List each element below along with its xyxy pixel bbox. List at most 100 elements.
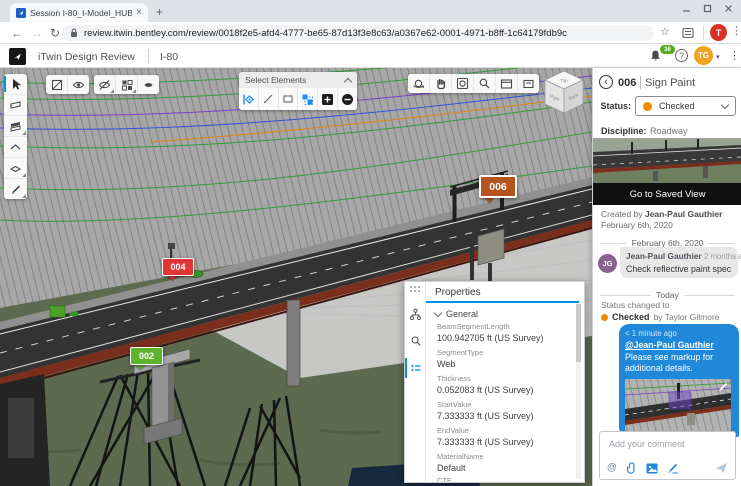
markup-image[interactable] xyxy=(625,379,731,431)
hide-elements-button[interactable] xyxy=(94,75,115,94)
address-bar[interactable]: review.itwin.bentley.com/review/0018f2e5… xyxy=(62,25,654,41)
model-tree-tab[interactable] xyxy=(405,302,426,326)
go-to-saved-view-button[interactable]: Go to Saved View xyxy=(593,183,741,205)
markup-pen-icon[interactable] xyxy=(667,463,679,474)
avatar-caret-icon[interactable]: ▾ xyxy=(716,53,720,61)
close-window-icon[interactable] xyxy=(724,4,733,13)
status-change-line: Status changed to xyxy=(601,300,670,310)
properties-group-header[interactable]: General xyxy=(435,309,478,319)
search-tab[interactable] xyxy=(405,329,426,353)
window-area-button[interactable] xyxy=(495,74,517,93)
fit-view-button[interactable] xyxy=(451,74,473,93)
pick-select-button[interactable] xyxy=(239,88,258,110)
tab-close-icon[interactable]: × xyxy=(136,8,142,18)
marker-label[interactable]: 002 xyxy=(130,347,163,365)
comment-input[interactable] xyxy=(607,438,731,450)
drag-handle[interactable] xyxy=(410,286,420,292)
field-value: 100.942705 ft (US Survey) xyxy=(437,333,544,343)
browser-tab-strip: Session I-80_I-Model_HUB | iTwi × + xyxy=(0,0,741,22)
itwin-logo[interactable] xyxy=(9,48,26,65)
status-change-detail: Checked by Taylor Gilmore xyxy=(601,312,720,322)
app-menu-icon[interactable]: ⋮ xyxy=(729,49,740,62)
marker-label[interactable]: 004 xyxy=(162,258,194,276)
comment-bubble[interactable]: Jean-Paul Gauthier 2 months ago Check re… xyxy=(620,247,738,278)
discipline-label: Discipline: xyxy=(601,126,647,136)
select-elements-toolbar: Select Elements xyxy=(239,72,357,110)
back-icon[interactable]: ‹ xyxy=(599,75,613,89)
comment-author: Jean-Paul Gauthier xyxy=(626,251,702,261)
zoom-window-button[interactable] xyxy=(473,74,495,93)
markup-pencil-icon xyxy=(718,381,729,392)
status-value: Checked xyxy=(659,101,715,111)
marker-label[interactable]: 006 xyxy=(479,175,517,198)
created-author: Jean-Paul Gauthier xyxy=(645,209,722,219)
new-tab-button[interactable]: + xyxy=(156,5,163,19)
emphasize-elements-button[interactable] xyxy=(137,75,159,94)
saved-view-thumbnail[interactable] xyxy=(593,138,741,183)
mention-icon[interactable]: @ xyxy=(607,463,617,473)
user-avatar[interactable]: TG xyxy=(694,46,713,65)
clip-plane-tool-button[interactable] xyxy=(4,136,27,157)
comment-input-box[interactable]: @ xyxy=(599,431,736,480)
select-elements-header[interactable]: Select Elements xyxy=(239,72,357,88)
issue-marker-004[interactable]: 004 xyxy=(162,258,194,276)
app-title: iTwin Design Review xyxy=(38,51,135,63)
browser-tab[interactable]: Session I-80_I-Model_HUB | iTwi × xyxy=(10,3,148,22)
properties-tab[interactable] xyxy=(405,356,426,380)
comment-tools: @ xyxy=(607,462,679,474)
issue-marker-006[interactable]: 006 xyxy=(479,175,517,198)
view-undo-button[interactable] xyxy=(517,74,539,93)
today-divider: Today xyxy=(600,290,735,300)
forward-button[interactable]: → xyxy=(31,25,43,41)
field-value: 7.333333 ft (US Survey) xyxy=(437,411,534,421)
reply-bubble[interactable]: < 1 minute ago @Jean-Paul Gauthier Pleas… xyxy=(619,324,739,437)
rotate-view-button[interactable] xyxy=(408,74,429,93)
refresh-button[interactable]: ↻ xyxy=(50,25,60,41)
reply-mention[interactable]: @Jean-Paul Gauthier xyxy=(625,340,714,350)
add-to-selection-button[interactable] xyxy=(317,88,337,110)
back-button[interactable]: ← xyxy=(11,25,23,41)
field-value: Default xyxy=(437,463,466,473)
created-prefix: Created by xyxy=(601,209,643,219)
status-change-by: by Taylor Gilmore xyxy=(654,312,720,322)
issue-marker-002[interactable]: 002 xyxy=(130,347,163,365)
show-all-button[interactable] xyxy=(67,75,89,94)
field-label: StartValue xyxy=(437,400,471,409)
box-select-button[interactable] xyxy=(278,88,298,110)
field-value: 0.052083 ft (US Survey) xyxy=(437,385,534,395)
select-tool-button[interactable] xyxy=(4,74,27,94)
properties-content: Properties General BeamSegmentLength 100… xyxy=(426,282,585,483)
url-text: review.itwin.bentley.com/review/0018f2e5… xyxy=(84,28,567,39)
minimize-icon[interactable] xyxy=(682,4,691,13)
properties-scrollbar-thumb[interactable] xyxy=(576,304,581,362)
browser-profile-avatar[interactable]: T xyxy=(710,24,727,41)
help-icon[interactable]: ? xyxy=(675,49,688,62)
attach-icon[interactable] xyxy=(626,462,637,474)
project-name[interactable]: I-80 xyxy=(160,51,178,63)
markup-tool-button[interactable] xyxy=(4,178,27,199)
view-cube[interactable]: Top Right Back xyxy=(537,66,591,120)
select-elements-buttons xyxy=(239,88,357,110)
line-select-button[interactable] xyxy=(258,88,278,110)
maximize-icon[interactable] xyxy=(703,4,712,13)
isolate-elements-button[interactable] xyxy=(115,75,137,94)
clip-shape-tool-button[interactable] xyxy=(4,157,27,178)
remove-from-selection-button[interactable] xyxy=(337,88,357,110)
bookmark-star-icon[interactable]: ☆ xyxy=(660,25,670,38)
pan-view-button[interactable] xyxy=(429,74,451,93)
cube-top-label[interactable]: Top xyxy=(560,78,568,83)
measure-tool-button[interactable] xyxy=(4,94,27,115)
sectioning-tool-button[interactable] xyxy=(4,115,27,136)
collapse-chevron-icon[interactable] xyxy=(344,77,352,85)
image-icon[interactable] xyxy=(646,463,658,474)
field-label: BeamSegmentLength xyxy=(437,322,510,331)
browser-menu-icon[interactable]: ⋮ xyxy=(731,24,741,37)
clip-view-button[interactable] xyxy=(46,75,67,94)
extension-icon[interactable] xyxy=(682,27,694,39)
comment-text: Check reflective paint spec xyxy=(626,264,732,274)
chevron-down-icon xyxy=(721,101,729,109)
field-value: 7.333333 ft (US Survey) xyxy=(437,437,534,447)
status-dropdown[interactable]: Checked xyxy=(635,96,736,116)
send-icon[interactable] xyxy=(715,462,728,474)
selection-mode-button[interactable] xyxy=(297,88,317,110)
